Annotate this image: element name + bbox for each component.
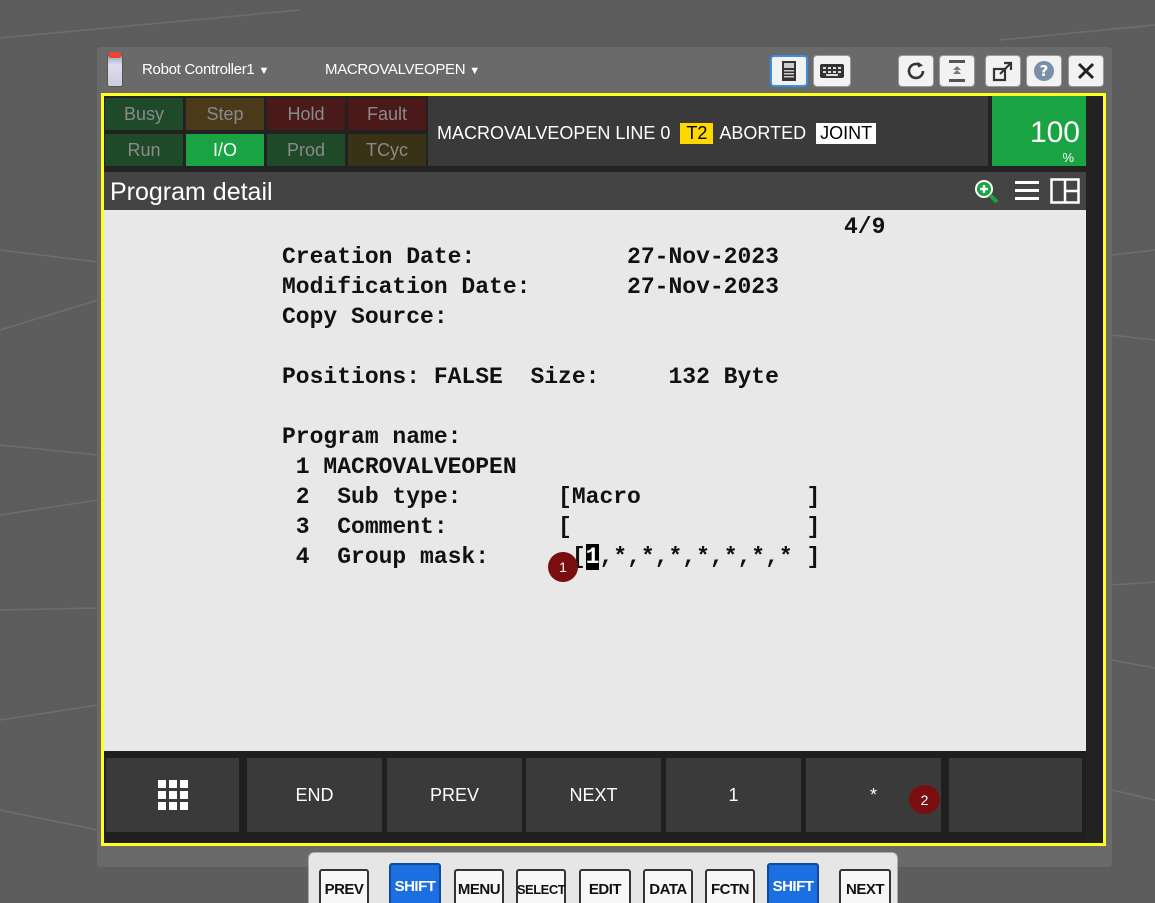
f4-one-button[interactable]: 1 (666, 758, 801, 832)
data-key[interactable]: DATA (643, 869, 693, 903)
status-io: I/O (186, 134, 264, 166)
f3-next-button[interactable]: NEXT (526, 758, 661, 832)
shift-key-left[interactable]: SHIFT (389, 863, 441, 903)
pendant-icon (782, 61, 796, 81)
f1-end-button[interactable]: END (247, 758, 382, 832)
screen-header: Program detail (104, 172, 1086, 210)
group-mask-label: 4 Group mask: [ (282, 544, 586, 570)
edit-key[interactable]: EDIT (579, 869, 631, 903)
status-hold: Hold (267, 98, 345, 130)
status-prod: Prod (267, 134, 345, 166)
f-next-page-button[interactable] (949, 758, 1082, 832)
refresh-icon (907, 62, 925, 80)
comment-field[interactable]: 3 Comment: [ ] (282, 514, 821, 540)
step-marker-1: 1 (548, 552, 578, 582)
page-indicator: 4/9 (844, 214, 886, 240)
program-selector[interactable]: MACROVALVEOPEN ▼ (325, 61, 480, 78)
program-label: MACROVALVEOPEN (325, 61, 466, 78)
window-titlebar: Robot Controller1 ▼ MACROVALVEOPEN ▼ ? (97, 47, 1112, 95)
chevron-down-icon: ▼ (258, 65, 270, 77)
group-mask-values: ,*,*,*,*,*,*,* ] (599, 544, 821, 570)
svg-text:?: ? (1040, 62, 1049, 80)
f2-prev-button[interactable]: PREV (387, 758, 522, 832)
keyboard-icon (820, 64, 844, 78)
zoom-in-icon[interactable] (972, 178, 1002, 206)
sub-type-field[interactable]: 2 Sub type: [Macro ] (282, 484, 821, 510)
override-unit: % (1062, 150, 1074, 165)
help-icon: ? (1034, 61, 1054, 81)
help-button[interactable]: ? (1026, 55, 1062, 87)
close-icon (1077, 62, 1095, 80)
menu-grid-button[interactable] (106, 758, 239, 832)
split-screen-icon[interactable] (1050, 178, 1080, 204)
menu-list-icon[interactable] (1014, 178, 1040, 204)
status-run: Run (105, 134, 183, 166)
text-cursor[interactable]: 1 (585, 544, 600, 570)
close-button[interactable] (1068, 55, 1104, 87)
program-detail-content: 4/9 Creation Date: 27-Nov-2023 Modificat… (104, 210, 1086, 751)
status-step: Step (186, 98, 264, 130)
mode-badge: T2 (680, 122, 714, 144)
program-state: ABORTED (719, 122, 807, 143)
popout-button[interactable] (985, 55, 1021, 87)
status-indicators: Busy Step Hold Fault Run I/O Prod TCyc (104, 96, 427, 166)
controller-label: Robot Controller1 (142, 61, 255, 78)
fctn-key[interactable]: FCTN (705, 869, 755, 903)
select-key[interactable]: SELECT (516, 869, 566, 903)
controller-selector[interactable]: Robot Controller1 ▼ (142, 61, 269, 78)
jog-button[interactable] (939, 55, 975, 87)
status-program-line: MACROVALVEOPEN LINE 0 (437, 122, 671, 143)
coord-system-badge: JOINT (816, 122, 877, 144)
program-name-label: Program name: (282, 424, 462, 450)
grid-menu-icon (157, 780, 188, 810)
status-message: MACROVALVEOPEN LINE 0 T2 ABORTED JOINT (428, 96, 988, 166)
speed-override[interactable]: 100 % (992, 96, 1086, 166)
shift-key-right[interactable]: SHIFT (767, 863, 819, 903)
menu-key[interactable]: MENU (454, 869, 504, 903)
teach-pendant-icon (107, 52, 123, 87)
keyboard-button[interactable] (813, 55, 851, 87)
chevron-down-icon: ▼ (469, 65, 480, 77)
creation-date-line: Creation Date: 27-Nov-2023 (282, 244, 779, 270)
status-fault: Fault (348, 98, 426, 130)
popout-icon (992, 61, 1013, 82)
status-tcyc: TCyc (348, 134, 426, 166)
jog-icon (949, 60, 965, 82)
prev-key[interactable]: PREV (319, 869, 369, 903)
program-name-field[interactable]: 1 MACROVALVEOPEN (282, 454, 517, 480)
step-marker-2: 2 (909, 785, 940, 814)
modification-date-line: Modification Date: 27-Nov-2023 (282, 274, 779, 300)
hard-key-panel: PREV SHIFT MENU SELECT EDIT DATA FCTN SH… (308, 852, 898, 903)
positions-size-line: Positions: FALSE Size: 132 Byte (282, 364, 779, 390)
copy-source-line: Copy Source: (282, 304, 448, 330)
override-value: 100 (1029, 116, 1080, 149)
page-title: Program detail (110, 178, 273, 206)
status-busy: Busy (105, 98, 183, 130)
refresh-button[interactable] (898, 55, 934, 87)
next-key[interactable]: NEXT (839, 869, 891, 903)
pendant-view-button[interactable] (770, 55, 808, 87)
